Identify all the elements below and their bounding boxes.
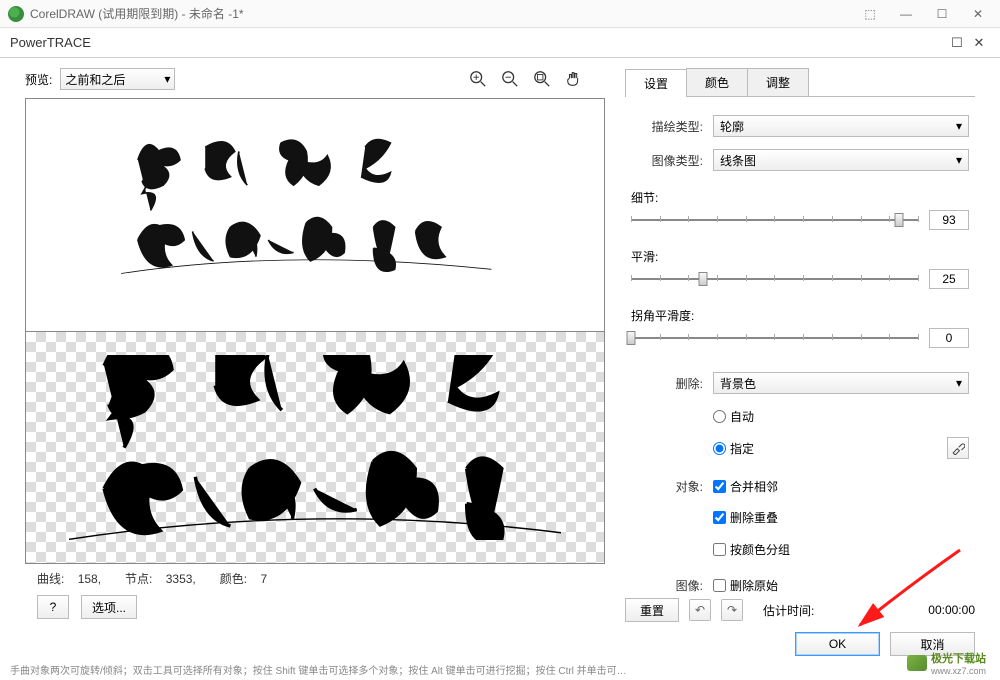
preview-mode-select[interactable]: 之前和之后 ▾ [60, 68, 175, 90]
redo-icon[interactable]: ↷ [721, 599, 743, 621]
smooth-slider[interactable] [631, 269, 919, 289]
image-type-label: 图像类型: [631, 152, 703, 169]
dialog-close-icon[interactable]: ✕ [968, 33, 990, 53]
preview-mode-value: 之前和之后 [65, 71, 125, 88]
status-hint: 手曲对象两次可旋转/倾斜；双击工具可选择所有对象；按住 Shift 键单击可选择… [10, 662, 990, 677]
tab-colors[interactable]: 颜色 [686, 68, 748, 96]
corner-slider[interactable] [631, 328, 919, 348]
preview-box [25, 98, 605, 564]
chevron-down-icon: ▾ [956, 119, 962, 133]
radio-specify[interactable]: 指定 [713, 440, 754, 457]
chevron-down-icon: ▾ [164, 72, 170, 86]
est-time-value: 00:00:00 [928, 603, 975, 617]
app-titlebar: CorelDRAW (试用期限到期) - 未命名 -1* ⬚ — ☐ ✕ [0, 0, 1000, 28]
smooth-value[interactable]: 25 [929, 269, 969, 289]
maximize-button[interactable]: ☐ [928, 4, 956, 24]
preview-panel: 预览: 之前和之后 ▾ [0, 58, 620, 633]
zoom-in-icon[interactable] [467, 68, 489, 90]
check-remove-overlap[interactable]: 删除重叠 [713, 509, 778, 526]
trace-type-label: 描绘类型: [631, 118, 703, 135]
help-button[interactable]: ? [37, 595, 69, 619]
smooth-label: 平滑: [631, 248, 969, 265]
image-label: 图像: [631, 577, 703, 594]
ok-button[interactable]: OK [795, 632, 880, 656]
check-merge-adjacent[interactable]: 合并相邻 [713, 478, 778, 495]
tab-settings[interactable]: 设置 [625, 69, 687, 97]
dialog-titlebar: PowerTRACE ☐ ✕ [0, 28, 1000, 58]
watermark: 极光下载站 www.xz7.com [907, 650, 986, 676]
resize-icon[interactable]: ⬚ [856, 4, 884, 24]
preview-before[interactable] [26, 99, 604, 332]
options-button[interactable]: 选项... [81, 595, 137, 619]
preview-label: 预览: [25, 71, 52, 88]
app-icon [8, 6, 24, 22]
corner-label: 拐角平滑度: [631, 307, 969, 324]
chevron-down-icon: ▾ [956, 153, 962, 167]
app-title: CorelDRAW (试用期限到期) - 未命名 -1* [30, 5, 856, 22]
stats-row: 曲线: 158, 节点: 3353, 颜色: 7 [25, 564, 605, 591]
dialog-title: PowerTRACE [10, 35, 91, 50]
tabs: 设置 颜色 调整 [625, 68, 975, 97]
detail-label: 细节: [631, 189, 969, 206]
close-button[interactable]: ✕ [964, 4, 992, 24]
zoom-out-icon[interactable] [499, 68, 521, 90]
preview-after[interactable] [26, 332, 604, 564]
minimize-button[interactable]: — [892, 4, 920, 24]
eyedropper-button[interactable] [947, 437, 969, 459]
corner-value[interactable]: 0 [929, 328, 969, 348]
undo-icon[interactable]: ↶ [689, 599, 711, 621]
zoom-fit-icon[interactable] [531, 68, 553, 90]
trace-type-select[interactable]: 轮廓▾ [713, 115, 969, 137]
delete-select[interactable]: 背景色▾ [713, 372, 969, 394]
chevron-down-icon: ▾ [956, 376, 962, 390]
delete-label: 删除: [631, 375, 703, 392]
detail-value[interactable]: 93 [929, 210, 969, 230]
image-type-select[interactable]: 线条图▾ [713, 149, 969, 171]
check-group-by-color[interactable]: 按颜色分组 [713, 541, 790, 558]
check-remove-original[interactable]: 删除原始 [713, 577, 778, 594]
est-time-label: 估计时间: [763, 602, 814, 619]
settings-panel: 设置 颜色 调整 描绘类型: 轮廓▾ 图像类型: 线条图▾ 细节: [620, 58, 1000, 633]
object-label: 对象: [631, 478, 703, 495]
detail-slider[interactable] [631, 210, 919, 230]
pan-icon[interactable] [563, 68, 585, 90]
reset-button[interactable]: 重置 [625, 598, 679, 622]
dialog-maximize-icon[interactable]: ☐ [946, 33, 968, 53]
tab-adjust[interactable]: 调整 [747, 68, 809, 96]
radio-auto[interactable]: 自动 [713, 408, 754, 425]
